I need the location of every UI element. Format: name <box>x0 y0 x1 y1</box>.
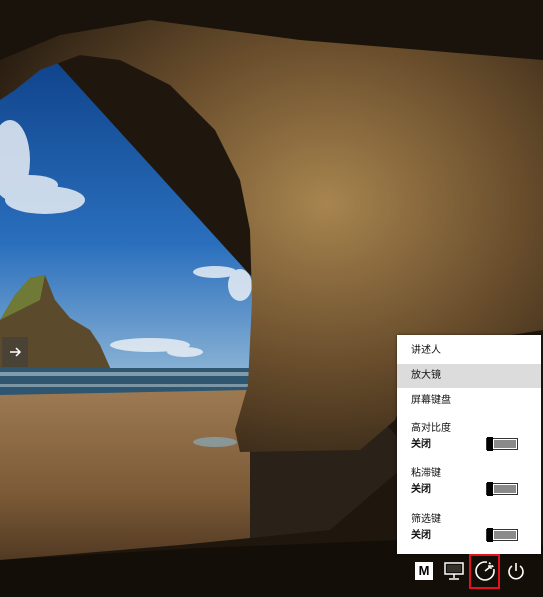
arrow-right-icon <box>10 347 22 357</box>
sticky-keys-setting: 粘滞键 关闭 <box>397 467 541 503</box>
network-icon <box>444 562 464 580</box>
input-method-button[interactable]: M <box>413 560 435 582</box>
toggle-thumb <box>487 528 493 542</box>
filter-keys-state: 关闭 <box>411 530 431 541</box>
sticky-keys-state: 关闭 <box>411 484 431 495</box>
power-button[interactable] <box>505 560 527 582</box>
high-contrast-toggle[interactable] <box>486 437 518 451</box>
high-contrast-state: 关闭 <box>411 439 431 450</box>
high-contrast-setting: 高对比度 关闭 <box>397 422 541 458</box>
next-arrow-button[interactable] <box>2 337 28 367</box>
sticky-keys-toggle[interactable] <box>486 482 518 496</box>
high-contrast-label: 高对比度 <box>411 423 451 434</box>
highlight-box <box>469 554 500 589</box>
toggle-track <box>494 531 516 539</box>
menu-item-on-screen-keyboard[interactable]: 屏幕键盘 <box>397 389 541 413</box>
sticky-keys-label: 粘滞键 <box>411 468 441 479</box>
menu-item-narrator[interactable]: 讲述人 <box>397 339 541 363</box>
network-button[interactable] <box>443 560 465 582</box>
toggle-thumb <box>487 437 493 451</box>
menu-item-magnifier[interactable]: 放大镜 <box>397 364 541 388</box>
input-method-icon: M <box>415 562 433 580</box>
toggle-track <box>494 485 516 493</box>
toggle-track <box>494 440 516 448</box>
filter-keys-toggle[interactable] <box>486 528 518 542</box>
filter-keys-setting: 筛选键 关闭 <box>397 513 541 549</box>
ease-of-access-menu: 讲述人 放大镜 屏幕键盘 高对比度 关闭 粘滞键 关闭 筛选键 关闭 <box>397 335 541 554</box>
filter-keys-label: 筛选键 <box>411 514 441 525</box>
power-icon <box>508 563 524 580</box>
toggle-thumb <box>487 482 493 496</box>
